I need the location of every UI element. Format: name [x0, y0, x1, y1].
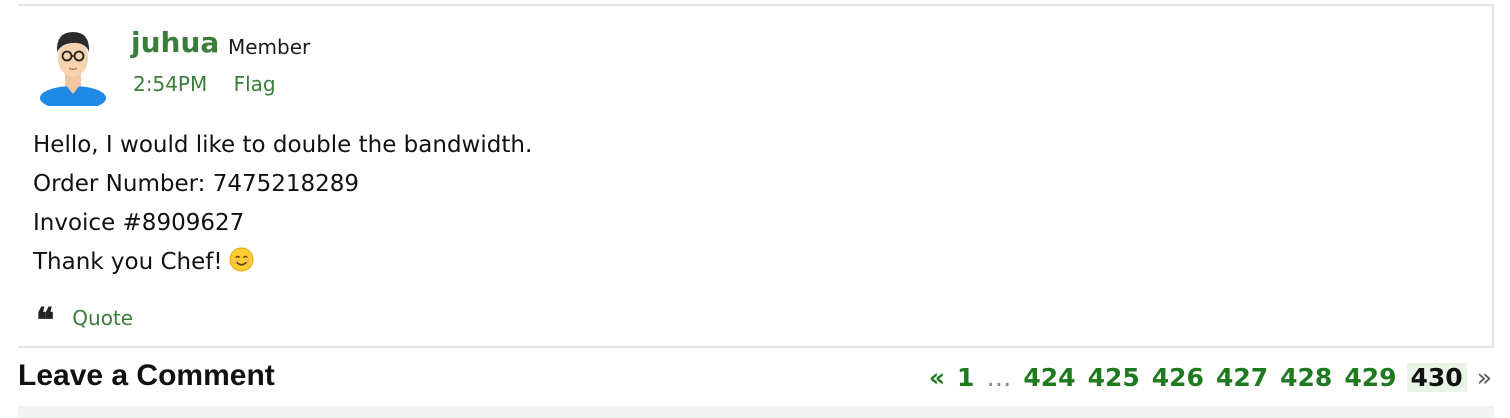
quote-link[interactable]: Quote [72, 306, 133, 330]
page-link[interactable]: 428 [1280, 363, 1332, 392]
comment-form-area [18, 406, 1494, 418]
page-link[interactable]: 426 [1152, 363, 1204, 392]
smiling-face-icon [229, 247, 254, 272]
post-meta: 2:54PM Flag [133, 72, 276, 96]
flag-link[interactable]: Flag [234, 72, 276, 96]
page-link-first[interactable]: 1 [957, 363, 974, 392]
post-body: Hello, I would like to double the bandwi… [33, 126, 532, 282]
section-divider [18, 346, 1494, 348]
leave-comment-heading: Leave a Comment [18, 359, 275, 392]
post-line-with-emoji: Thank you Chef! [33, 243, 532, 282]
username-link[interactable]: juhua [131, 26, 219, 59]
post-line: Invoice #8909627 [33, 210, 245, 236]
previous-page-link[interactable]: « [929, 363, 945, 392]
pagination: « 1 … 424 425 426 427 428 429 430 » [929, 358, 1492, 396]
post-line: Hello, I would like to double the bandwi… [33, 132, 533, 158]
post-time[interactable]: 2:54PM [133, 72, 207, 96]
comment-card: juhua Member 2:54PM Flag Hello, I would … [18, 4, 1494, 346]
user-avatar-icon[interactable] [38, 24, 108, 106]
current-page: 430 [1406, 362, 1467, 392]
page-link[interactable]: 429 [1344, 363, 1396, 392]
quote-icon[interactable]: ❝ [36, 304, 54, 338]
quote-action[interactable]: ❝ Quote [36, 303, 133, 338]
page-link[interactable]: 427 [1216, 363, 1268, 392]
post-line: Order Number: 7475218289 [33, 171, 360, 197]
next-page-link[interactable]: » [1477, 363, 1492, 392]
page-link[interactable]: 424 [1023, 363, 1075, 392]
page-link[interactable]: 425 [1088, 363, 1140, 392]
post-line: Thank you Chef! [33, 249, 223, 275]
user-role: Member [228, 35, 311, 59]
pagination-ellipsis: … [986, 362, 1012, 392]
